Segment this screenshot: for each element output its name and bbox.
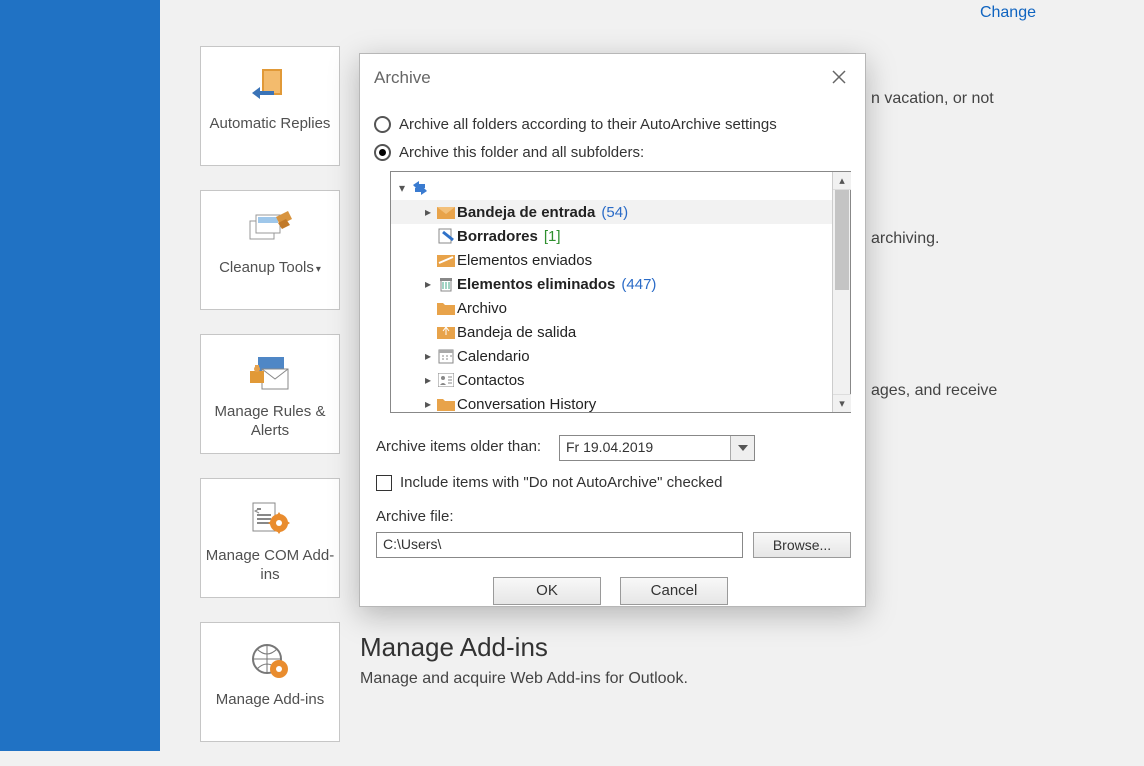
- archive-dialog: Archive Archive all folders according to…: [359, 53, 866, 607]
- tree-root[interactable]: ▾: [391, 176, 832, 200]
- calendar-icon: [435, 348, 457, 364]
- tree-calendar[interactable]: ▸ Calendario: [391, 344, 832, 368]
- contacts-icon: [435, 373, 457, 387]
- archiving-text: archiving.: [871, 230, 939, 248]
- cleanup-tools-icon: [201, 205, 339, 253]
- sent-icon: [435, 253, 457, 267]
- include-checkbox-row[interactable]: Include items with "Do not AutoArchive" …: [376, 474, 722, 491]
- checkbox-icon: [376, 475, 392, 491]
- date-value: Fr 19.04.2019: [560, 436, 730, 460]
- tree-deleted-count: (447): [621, 276, 656, 293]
- scroll-up-button[interactable]: ▴: [833, 172, 851, 190]
- radio-checked-icon: [374, 144, 391, 161]
- date-dropdown-button[interactable]: [730, 436, 754, 460]
- expand-icon: ▸: [421, 349, 435, 363]
- vacation-text: n vacation, or not: [871, 90, 994, 108]
- radio-all-label: Archive all folders according to their A…: [399, 116, 777, 133]
- tree-archive-label: Archivo: [457, 300, 507, 317]
- receive-text: ages, and receive: [871, 382, 997, 400]
- tree-conversation[interactable]: ▸ Conversation History: [391, 392, 832, 412]
- manage-rules-button[interactable]: Manage Rules & Alerts: [200, 334, 340, 454]
- tree-outbox-label: Bandeja de salida: [457, 324, 576, 341]
- trash-icon: [435, 276, 457, 292]
- close-button[interactable]: [821, 62, 857, 92]
- tree-outbox[interactable]: Bandeja de salida: [391, 320, 832, 344]
- tree-drafts[interactable]: Borradores [1]: [391, 224, 832, 248]
- tree-inbox[interactable]: ▸ Bandeja de entrada (54): [391, 200, 832, 224]
- tree-deleted-label: Elementos eliminados: [457, 276, 615, 293]
- include-checkbox-label: Include items with "Do not AutoArchive" …: [400, 474, 722, 491]
- archive-file-input[interactable]: C:\Users\: [376, 532, 743, 558]
- expand-icon: ▸: [421, 373, 435, 387]
- exchange-icon: [409, 179, 431, 197]
- manage-addins-icon: [201, 637, 339, 685]
- expand-icon: ▾: [395, 181, 409, 195]
- radio-this-label: Archive this folder and all subfolders:: [399, 144, 644, 161]
- ok-button[interactable]: OK: [493, 577, 601, 605]
- manage-rules-icon: [201, 349, 339, 397]
- expand-icon: ▸: [421, 205, 435, 219]
- section-body: Manage and acquire Web Add-ins for Outlo…: [360, 670, 688, 688]
- tree-contacts-label: Contactos: [457, 372, 525, 389]
- manage-com-addins-icon: [201, 493, 339, 541]
- tree-conv-label: Conversation History: [457, 396, 596, 413]
- tree-inbox-label: Bandeja de entrada: [457, 204, 595, 221]
- cancel-button[interactable]: Cancel: [620, 577, 728, 605]
- cleanup-tools-button[interactable]: Cleanup Tools▾: [200, 190, 340, 310]
- manage-addins-label: Manage Add-ins: [201, 691, 339, 710]
- automatic-replies-button[interactable]: Automatic Replies: [200, 46, 340, 166]
- browse-button[interactable]: Browse...: [753, 532, 851, 558]
- inbox-folder-icon: [435, 205, 457, 219]
- older-than-label: Archive items older than:: [376, 438, 541, 455]
- date-field[interactable]: Fr 19.04.2019: [559, 435, 755, 461]
- drafts-icon: [435, 228, 457, 244]
- chevron-down-icon: [738, 445, 748, 451]
- automatic-replies-icon: [201, 61, 339, 109]
- close-icon: [832, 70, 846, 84]
- manage-rules-label: Manage Rules & Alerts: [201, 403, 339, 441]
- manage-addins-button[interactable]: Manage Add-ins: [200, 622, 340, 742]
- folder-icon: [435, 301, 457, 315]
- tree-deleted[interactable]: ▸ Elementos eliminados (447): [391, 272, 832, 296]
- section-heading: Manage Add-ins: [360, 632, 548, 663]
- tree-contacts[interactable]: ▸ Contactos: [391, 368, 832, 392]
- tree-drafts-label: Borradores: [457, 228, 538, 245]
- automatic-replies-label: Automatic Replies: [201, 115, 339, 134]
- tree-inbox-count: (54): [601, 204, 628, 221]
- expand-icon: ▸: [421, 277, 435, 291]
- scroll-down-button[interactable]: ▾: [833, 394, 851, 412]
- tree-archive[interactable]: Archivo: [391, 296, 832, 320]
- folder-icon: [435, 397, 457, 411]
- folder-tree: ▾ ▸ Bandeja de entrada (54) Borradores […: [390, 171, 851, 413]
- expand-icon: ▸: [421, 397, 435, 411]
- app-sidebar: [0, 0, 160, 751]
- dialog-title: Archive: [374, 68, 431, 88]
- change-link[interactable]: Change: [980, 4, 1036, 22]
- tree-sent[interactable]: Elementos enviados: [391, 248, 832, 272]
- tree-scrollbar[interactable]: ▴ ▾: [832, 172, 850, 412]
- manage-com-addins-button[interactable]: Manage COM Add-ins: [200, 478, 340, 598]
- cleanup-tools-label: Cleanup Tools▾: [201, 259, 339, 278]
- manage-com-addins-label: Manage COM Add-ins: [201, 547, 339, 585]
- radio-icon: [374, 116, 391, 133]
- scroll-thumb[interactable]: [835, 190, 849, 290]
- outbox-icon: [435, 325, 457, 339]
- tree-calendar-label: Calendario: [457, 348, 530, 365]
- radio-this-folder[interactable]: Archive this folder and all subfolders:: [374, 144, 644, 161]
- radio-all-folders[interactable]: Archive all folders according to their A…: [374, 116, 777, 133]
- archive-file-label: Archive file:: [376, 508, 454, 525]
- tree-sent-label: Elementos enviados: [457, 252, 592, 269]
- tree-drafts-count: [1]: [544, 228, 561, 245]
- dropdown-icon: ▾: [316, 264, 321, 275]
